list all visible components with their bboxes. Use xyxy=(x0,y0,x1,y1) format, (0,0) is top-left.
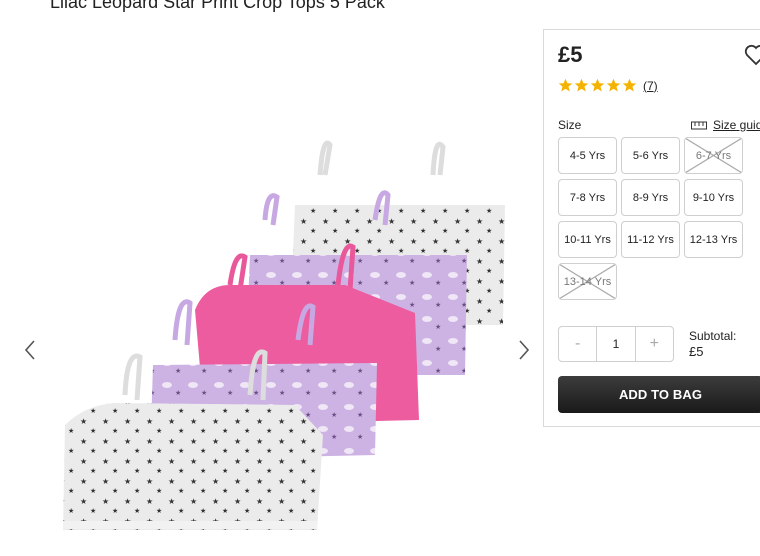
size-option-label: 5-6 Yrs xyxy=(632,149,669,162)
quantity-value[interactable]: 1 xyxy=(596,327,636,361)
star-icon xyxy=(574,78,589,92)
quantity-stepper: - 1 + xyxy=(558,326,674,362)
product-photo: ★ ★ ★ xyxy=(63,140,505,530)
quantity-plus-button[interactable]: + xyxy=(636,327,673,361)
size-option[interactable]: 10-11 Yrs xyxy=(558,221,617,258)
size-option[interactable]: 11-12 Yrs xyxy=(621,221,680,258)
size-option[interactable]: 8-9 Yrs xyxy=(621,179,680,216)
star-icon xyxy=(606,78,621,92)
size-label: Size xyxy=(558,118,582,132)
subtotal: Subtotal: £5 xyxy=(689,328,736,360)
chevron-left-icon xyxy=(24,340,35,360)
rating-stars xyxy=(558,78,637,93)
size-option-label: 6-7 Yrs xyxy=(695,149,732,162)
size-option[interactable]: 7-8 Yrs xyxy=(558,179,617,216)
size-option-label: 7-8 Yrs xyxy=(569,191,606,204)
price: £5 xyxy=(558,42,583,67)
size-option[interactable]: 9-10 Yrs xyxy=(684,179,743,216)
review-count-link[interactable]: (7) xyxy=(643,79,658,93)
size-option[interactable]: 13-14 Yrs xyxy=(558,263,617,300)
product-title: Lilac Leopard Star Print Crop Tops 5 Pac… xyxy=(50,0,385,12)
rating: (7) xyxy=(558,78,658,93)
size-option[interactable]: 12-13 Yrs xyxy=(684,221,743,258)
star-icon xyxy=(590,78,605,92)
heart-icon xyxy=(744,44,760,66)
size-guide-link[interactable]: Size guide xyxy=(691,118,760,132)
size-option-label: 11-12 Yrs xyxy=(627,233,674,246)
buy-box: £5 (7) Size Size guide 4-5 Yrs 5-6 Yrs 6-7… xyxy=(543,29,760,427)
size-option-label: 8-9 Yrs xyxy=(632,191,669,204)
size-option[interactable]: 4-5 Yrs xyxy=(558,137,617,174)
size-option-label: 13-14 Yrs xyxy=(563,275,612,288)
gallery-next-button[interactable] xyxy=(512,332,536,368)
size-option[interactable]: 6-7 Yrs xyxy=(684,137,743,174)
quantity-minus-button[interactable]: - xyxy=(559,327,596,361)
size-option-label: 9-10 Yrs xyxy=(692,191,735,204)
size-option-label: 12-13 Yrs xyxy=(689,233,738,246)
gallery-prev-button[interactable] xyxy=(18,332,42,368)
size-option-label: 4-5 Yrs xyxy=(569,149,606,162)
subtotal-value: £5 xyxy=(689,344,704,359)
subtotal-label: Subtotal: xyxy=(689,329,737,343)
star-icon xyxy=(558,78,573,92)
size-guide-label: Size guide xyxy=(713,118,760,132)
wishlist-button[interactable] xyxy=(744,44,760,66)
size-option[interactable]: 5-6 Yrs xyxy=(621,137,680,174)
chevron-right-icon xyxy=(519,340,530,360)
size-option-label: 10-11 Yrs xyxy=(564,233,611,246)
size-options: 4-5 Yrs 5-6 Yrs 6-7 Yrs 7-8 Yrs 8-9 Yrs 9-10 … xyxy=(558,137,748,300)
add-to-bag-button[interactable]: ADD TO BAG xyxy=(558,376,760,413)
star-icon xyxy=(622,78,637,92)
ruler-icon xyxy=(691,121,707,129)
